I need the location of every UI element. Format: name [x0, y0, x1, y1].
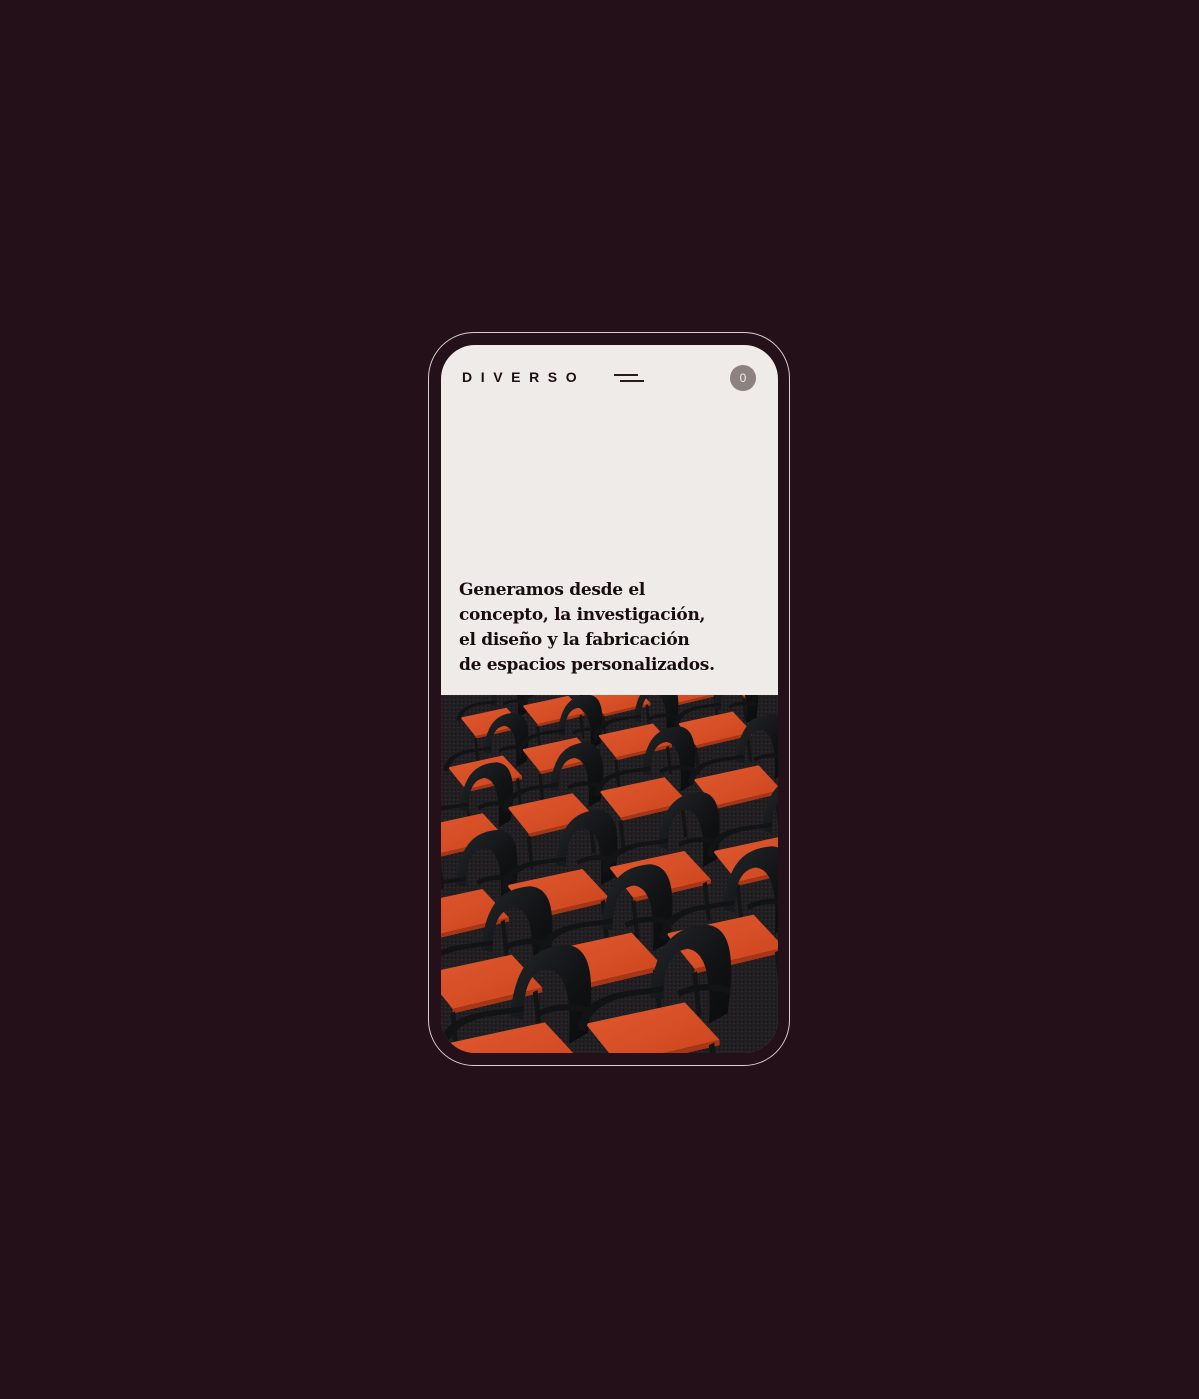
top-navigation-bar: DIVERSO 0	[441, 345, 778, 409]
menu-line-bottom	[620, 380, 644, 382]
phone-screen: DIVERSO 0 Generamos desde el concepto, l…	[441, 345, 778, 1053]
chairs-illustration	[441, 695, 778, 1053]
hamburger-menu-icon[interactable]	[614, 372, 644, 384]
hero-headline-line: de espacios personalizados.	[459, 655, 715, 675]
menu-line-top	[614, 374, 638, 376]
hero-headline: Generamos desde el concepto, la investig…	[459, 578, 759, 678]
hero-photo-chairs	[441, 695, 778, 1053]
cart-count-badge[interactable]: 0	[730, 365, 756, 391]
hero-headline-line: Generamos desde el	[459, 580, 646, 600]
hero-headline-line: el diseño y la fabricación	[459, 630, 690, 650]
brand-logo[interactable]: DIVERSO	[462, 369, 585, 385]
hero-headline-line: concepto, la investigación,	[459, 605, 706, 625]
